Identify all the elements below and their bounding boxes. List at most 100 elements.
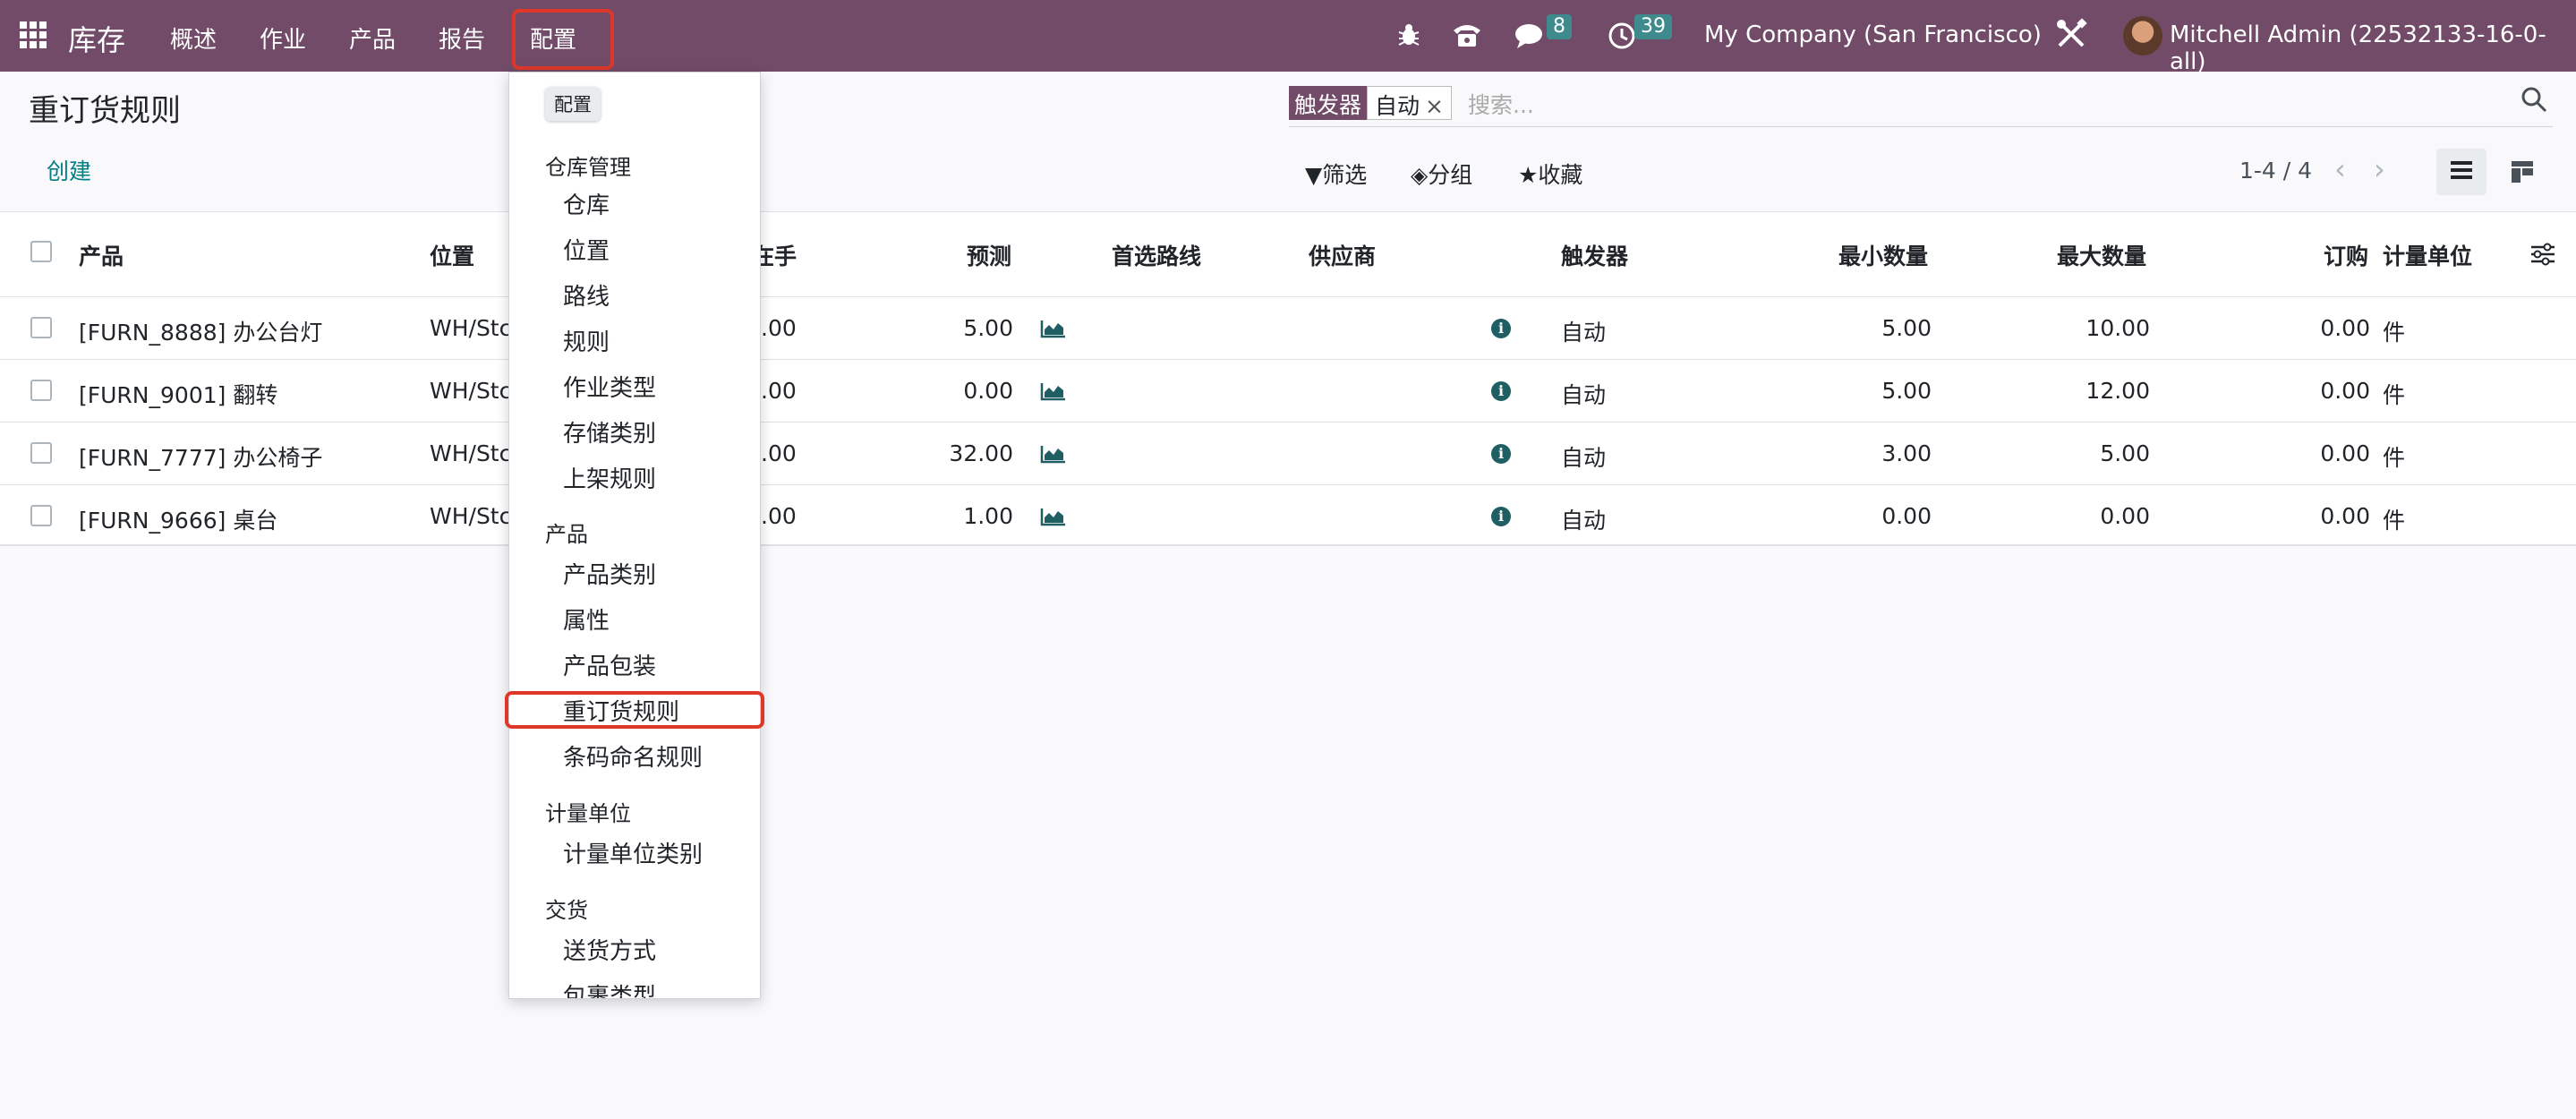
- cell-product: [FURN_9666] 桌台: [79, 508, 278, 534]
- menu-item-barcode-nomenclatures[interactable]: 条码命名规则: [563, 739, 703, 773]
- header-min-qty[interactable]: 最小数量: [1838, 239, 1928, 271]
- cell-uom: 件: [2383, 445, 2406, 471]
- list-view-icon: [2451, 161, 2472, 179]
- menu-tooltip: 配置: [545, 87, 601, 121]
- menu-item-operation-types[interactable]: 作业类型: [563, 370, 656, 403]
- header-location[interactable]: 位置: [430, 239, 474, 271]
- select-all-checkbox[interactable]: [30, 241, 52, 262]
- forecast-chart-icon[interactable]: [1040, 381, 1067, 401]
- cell-trigger: 自动: [1561, 508, 1607, 534]
- info-icon[interactable]: i: [1491, 507, 1511, 526]
- cell-trigger: 自动: [1561, 445, 1607, 471]
- list-view-button[interactable]: [2436, 149, 2486, 195]
- top-navbar: 库存 概述 作业 产品 报告 配置 8 39 My Company (San F…: [0, 0, 2576, 75]
- cell-order-qty: 0.00: [2320, 315, 2370, 341]
- cell-max-qty: 5.00: [2100, 440, 2150, 466]
- tools-icon[interactable]: [2055, 18, 2087, 50]
- page-title: 重订货规则: [29, 93, 181, 129]
- search-icon[interactable]: [2521, 86, 2547, 113]
- menu-item-storage-categories[interactable]: 存储类别: [563, 415, 656, 448]
- menu-overview[interactable]: 概述: [170, 21, 217, 55]
- cell-forecast: 32.00: [949, 440, 1013, 466]
- table-row[interactable]: [FURN_8888] 办公台灯 WH/Stc .00 5.00 i 自动 5.…: [0, 296, 2576, 359]
- header-trigger[interactable]: 触发器: [1561, 239, 1628, 271]
- menu-products[interactable]: 产品: [349, 21, 396, 55]
- facet-value: 自动 ×: [1367, 86, 1452, 120]
- facet-remove-icon[interactable]: ×: [1425, 93, 1444, 119]
- cell-location: WH/Stc: [430, 315, 512, 341]
- search-input[interactable]: 搜索...: [1468, 88, 1534, 120]
- header-order-qty[interactable]: 订购: [2324, 239, 2368, 271]
- menu-item-locations[interactable]: 位置: [563, 233, 610, 266]
- table-row[interactable]: [FURN_9666] 桌台 WH/Stc .00 1.00 i 自动 0.00…: [0, 484, 2576, 547]
- cell-max-qty: 12.00: [2086, 378, 2150, 404]
- forecast-chart-icon[interactable]: [1040, 507, 1067, 526]
- menu-item-rules[interactable]: 规则: [563, 324, 610, 357]
- filter-icon: ▼: [1305, 162, 1323, 188]
- forecast-chart-icon[interactable]: [1040, 319, 1067, 338]
- pager-next-icon[interactable]: ›: [2374, 152, 2385, 186]
- table-row[interactable]: [FURN_7777] 办公椅子 WH/Stc .00 32.00 i 自动 3…: [0, 422, 2576, 484]
- row-checkbox[interactable]: [30, 380, 52, 401]
- header-vendor[interactable]: 供应商: [1309, 239, 1376, 271]
- row-checkbox[interactable]: [30, 317, 52, 338]
- info-icon[interactable]: i: [1491, 319, 1511, 338]
- menu-item-product-packagings[interactable]: 产品包装: [563, 648, 656, 681]
- filter-label: 筛选: [1322, 162, 1368, 188]
- header-forecast[interactable]: 预测: [967, 239, 1011, 271]
- menu-item-warehouses[interactable]: 仓库: [563, 187, 610, 220]
- menu-reporting[interactable]: 报告: [439, 21, 485, 55]
- apps-grid-icon[interactable]: [20, 21, 47, 48]
- app-brand[interactable]: 库存: [68, 18, 125, 59]
- create-button[interactable]: 创建: [47, 154, 91, 186]
- cell-location: WH/Stc: [430, 503, 512, 529]
- kanban-view-button[interactable]: [2497, 149, 2547, 195]
- cell-max-qty: 0.00: [2100, 503, 2150, 529]
- menu-item-putaway-rules[interactable]: 上架规则: [563, 461, 656, 494]
- column-settings-icon[interactable]: [2529, 243, 2556, 266]
- menu-item-routes[interactable]: 路线: [563, 278, 610, 312]
- group-label: 分组: [1428, 162, 1473, 188]
- debug-bug-icon[interactable]: [1396, 21, 1421, 48]
- filter-button[interactable]: ▼筛选: [1305, 158, 1367, 190]
- company-switcher[interactable]: My Company (San Francisco): [1704, 21, 2042, 48]
- cell-uom: 件: [2383, 508, 2406, 534]
- cell-forecast: 5.00: [963, 315, 1013, 341]
- row-checkbox[interactable]: [30, 442, 52, 464]
- menu-operations[interactable]: 作业: [260, 21, 306, 55]
- group-by-button[interactable]: ◈分组: [1411, 158, 1472, 190]
- pager-value[interactable]: 1-4 / 4: [2239, 158, 2312, 184]
- info-icon[interactable]: i: [1491, 381, 1511, 401]
- info-icon[interactable]: i: [1491, 444, 1511, 464]
- cell-min-qty: 0.00: [1881, 503, 1932, 529]
- favorites-button[interactable]: ★收藏: [1518, 158, 1582, 190]
- cell-trigger: 自动: [1561, 382, 1607, 408]
- facet-value-text: 自动: [1375, 93, 1420, 119]
- cell-uom: 件: [2383, 382, 2406, 408]
- header-route[interactable]: 首选路线: [1112, 239, 1201, 271]
- menu-item-product-categories[interactable]: 产品类别: [563, 557, 656, 590]
- cell-location: WH/Stc: [430, 440, 512, 466]
- cell-trigger: 自动: [1561, 320, 1607, 346]
- menu-item-shipping-methods[interactable]: 送货方式: [563, 933, 656, 966]
- section-header-uom: 计量单位: [545, 801, 631, 826]
- chat-icon[interactable]: [1514, 21, 1547, 50]
- menu-item-attributes[interactable]: 属性: [563, 602, 610, 636]
- user-avatar[interactable]: [2123, 16, 2162, 56]
- search-bar[interactable]: 触发器 自动 × 搜索...: [1289, 84, 2553, 127]
- cell-onhand: .00: [761, 378, 797, 404]
- table-row[interactable]: [FURN_9001] 翻转 WH/Stc .00 0.00 i 自动 5.00…: [0, 359, 2576, 422]
- activity-clock-icon[interactable]: [1608, 21, 1636, 50]
- pager-prev-icon[interactable]: ‹: [2334, 152, 2346, 186]
- user-menu[interactable]: Mitchell Admin (22532133-16-0-all): [2170, 21, 2576, 75]
- header-product[interactable]: 产品: [79, 239, 124, 271]
- forecast-chart-icon[interactable]: [1040, 444, 1067, 464]
- kanban-view-icon: [2512, 161, 2533, 183]
- menu-item-package-types[interactable]: 包裹类型: [563, 978, 656, 998]
- menu-item-uom-categories[interactable]: 计量单位类别: [563, 836, 703, 869]
- cell-min-qty: 3.00: [1881, 440, 1932, 466]
- header-uom[interactable]: 计量单位: [2383, 239, 2472, 271]
- header-max-qty[interactable]: 最大数量: [2057, 239, 2146, 271]
- row-checkbox[interactable]: [30, 505, 52, 526]
- phone-icon[interactable]: [1452, 21, 1482, 48]
